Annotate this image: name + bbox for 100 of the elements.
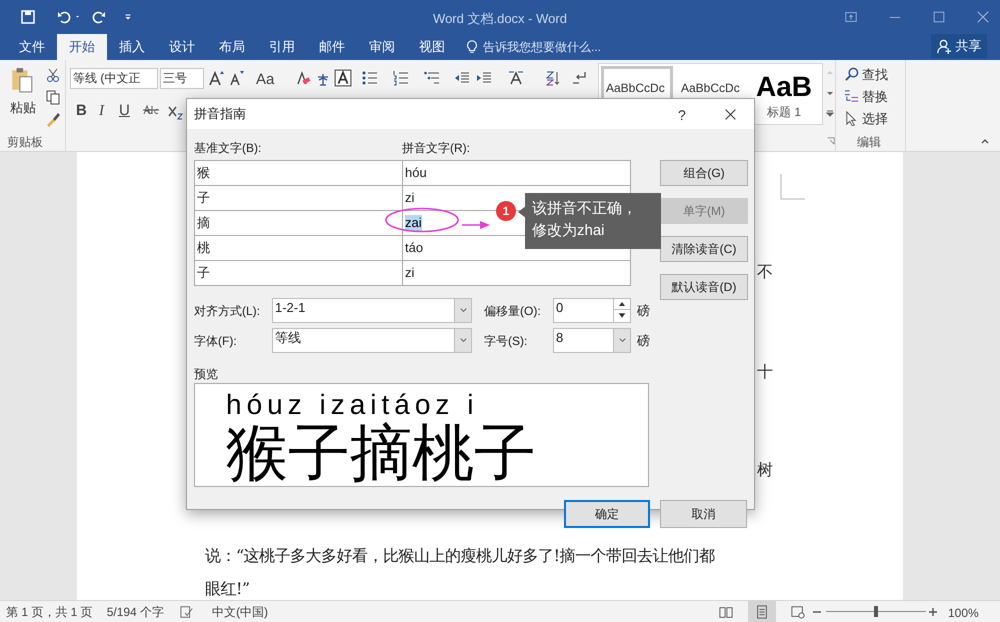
zoom-percent[interactable]: 100% [948, 604, 979, 622]
share-label: 共享 [956, 37, 982, 56]
page-count[interactable]: 第 1 页，共 1 页 [6, 602, 93, 620]
share-button[interactable]: 共享 [931, 34, 987, 58]
proofing-icon[interactable] [180, 604, 194, 618]
slider-thumb[interactable] [874, 606, 878, 617]
base-text-field[interactable]: 猴 [195, 161, 403, 185]
ruby-text-field[interactable]: zi [405, 265, 414, 281]
editing-button[interactable]: 查找 [862, 65, 888, 84]
bold-button[interactable]: B [76, 100, 87, 122]
view-button[interactable] [748, 601, 776, 622]
help-button[interactable]: ? [678, 105, 686, 126]
document-text: 树 [757, 459, 773, 481]
search-icon[interactable] [844, 67, 859, 82]
dialog-button[interactable]: 默认读音(D) [660, 274, 748, 300]
close-icon[interactable] [724, 108, 737, 121]
document-text: 十 [757, 361, 773, 383]
preview-ruby-text: hóuz izaitáoz i [226, 390, 480, 420]
ruby-text-field[interactable]: táo [405, 240, 424, 256]
base-text-field[interactable]: 子 [195, 261, 403, 285]
field-label: 字体(F): [194, 332, 238, 350]
ruby-text-field[interactable]: hóu [405, 165, 427, 181]
style-preview: AaBbCcDc [605, 80, 666, 97]
document-text: 不 [757, 261, 773, 283]
caret-icon [458, 306, 468, 315]
ribbon-display-icon[interactable] [844, 10, 858, 24]
customize-icon[interactable] [123, 12, 133, 22]
field-label: 字号(S): [484, 332, 528, 350]
base-text-field[interactable]: 子 [195, 186, 403, 210]
italic-button[interactable]: I [99, 100, 104, 122]
style-preview: AaB [755, 71, 814, 103]
word-count[interactable]: 5/194 个字 [106, 602, 164, 620]
font-name-field[interactable]: 等线 (中文正 [70, 68, 158, 89]
language-status[interactable]: 中文(中国) [212, 602, 268, 620]
field-label: 拼音文字(R): [402, 140, 470, 157]
caret-icon [618, 336, 626, 345]
shrink-font-icon[interactable] [228, 70, 244, 86]
replace-icon[interactable] [844, 89, 859, 104]
book-icon [719, 605, 733, 619]
preview-text: 猴子摘桃子 [226, 420, 537, 486]
ribbon-tab[interactable]: 设计 [157, 34, 207, 60]
ribbon-tab[interactable]: 开始 [57, 34, 107, 60]
ribbon-tab[interactable]: 审阅 [357, 34, 407, 60]
field-label: 对齐方式(L): [194, 302, 261, 320]
font-size-field[interactable]: 三号 [160, 68, 204, 89]
maximize-icon[interactable] [932, 10, 946, 24]
ruby-text-field[interactable]: zi [405, 190, 414, 206]
grow-font-icon[interactable] [208, 70, 224, 86]
scissors-icon[interactable] [45, 67, 61, 83]
ribbon-tab[interactable]: 插入 [107, 34, 157, 60]
group-label: 剪贴板 [7, 134, 43, 151]
sort-icon[interactable] [545, 70, 561, 86]
clear-format-icon[interactable] [295, 70, 311, 86]
copy-icon[interactable] [45, 89, 61, 105]
cursor-icon[interactable] [844, 111, 859, 126]
callout-text: 该拼音不正确， [532, 199, 638, 219]
redo-icon[interactable] [91, 8, 107, 24]
dropdown-field[interactable]: 等线 [272, 328, 472, 353]
ribbon-tab[interactable]: 布局 [207, 34, 257, 60]
undo-icon[interactable] [56, 8, 72, 24]
ok-button[interactable]: 确定 [564, 500, 650, 528]
save-icon[interactable] [20, 8, 36, 24]
window-title: Word 文档.docx - Word [432, 10, 568, 28]
text-spacing-icon[interactable] [508, 70, 524, 86]
tell-me-field[interactable]: 告诉我您想要做什么... [483, 38, 602, 56]
page-icon [755, 605, 769, 619]
cancel-button[interactable]: 取消 [660, 500, 747, 528]
character-border-icon[interactable] [334, 69, 352, 87]
ribbon-tab[interactable]: 引用 [257, 34, 307, 60]
dialog-launcher-icon[interactable] [827, 137, 835, 145]
bullets-icon[interactable] [362, 70, 378, 86]
zoom-slider[interactable] [826, 606, 926, 617]
brush-icon[interactable] [45, 111, 61, 127]
ruby-text-field[interactable]: zai [405, 215, 422, 231]
dropdown-field[interactable]: 1-2-1 [272, 298, 472, 323]
numbering-icon[interactable] [393, 70, 409, 86]
dropdown-field[interactable]: 8 [553, 328, 631, 353]
spin-field[interactable]: 0 [553, 298, 631, 323]
style-label: 标题 1 [766, 104, 802, 121]
dialog-button[interactable]: 组合(G) [660, 160, 748, 186]
editing-button[interactable]: 选择 [862, 109, 888, 128]
change-case-button[interactable]: Aa [256, 69, 274, 92]
dialog-title: 拼音指南 [194, 105, 246, 124]
arrow-icon [462, 220, 490, 230]
subscript-icon[interactable] [168, 104, 184, 120]
base-text-field[interactable]: 桃 [195, 236, 403, 260]
ribbon-tab[interactable]: 视图 [407, 34, 457, 60]
editing-button[interactable]: 替换 [862, 87, 888, 106]
field-label: 偏移量(O): [484, 302, 542, 320]
dialog-button[interactable]: 清除读音(C) [660, 236, 748, 262]
ribbon-tab[interactable]: 邮件 [307, 34, 357, 60]
lightbulb-icon[interactable] [465, 39, 479, 55]
zoom-in-icon[interactable] [928, 607, 938, 617]
callout-text: 修改为zhai [532, 221, 606, 241]
multilevel-list-icon[interactable] [424, 70, 440, 86]
style-item[interactable]: AaB 标题 1 [751, 66, 817, 122]
paste-label[interactable]: 粘贴 [10, 98, 36, 118]
underline-button[interactable]: U [119, 100, 130, 122]
ribbon-tab[interactable]: 文件 [7, 34, 57, 60]
paragraph-mark-icon[interactable] [571, 70, 587, 86]
